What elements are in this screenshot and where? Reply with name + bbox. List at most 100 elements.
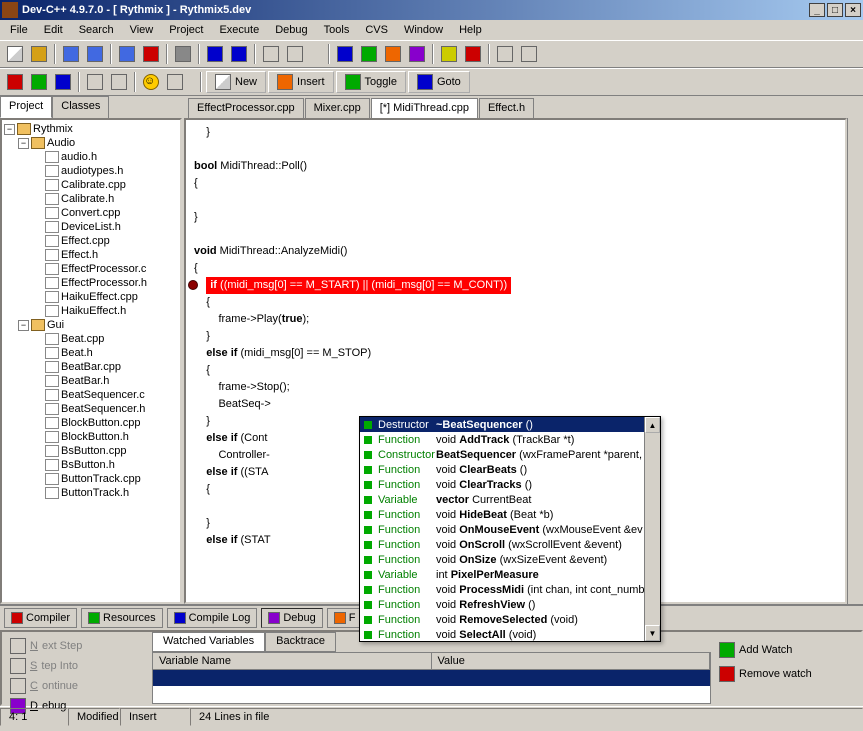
tree-folder[interactable]: −Rythmix <box>4 122 178 136</box>
project-tree[interactable]: −Rythmix−Audioaudio.haudiotypes.hCalibra… <box>0 118 182 604</box>
tb2-btn5[interactable] <box>108 71 130 93</box>
autocomplete-item[interactable]: Destructor~BeatSequencer () <box>360 417 660 432</box>
tree-file[interactable]: Beat.cpp <box>4 332 178 346</box>
redo-button[interactable] <box>228 43 250 65</box>
tree-file[interactable]: EffectProcessor.c <box>4 262 178 276</box>
tree-file[interactable]: audiotypes.h <box>4 164 178 178</box>
menu-debug[interactable]: Debug <box>269 22 313 38</box>
breakpoint-icon[interactable] <box>188 280 198 290</box>
tree-file[interactable]: ButtonTrack.h <box>4 486 178 500</box>
watch-table[interactable]: Variable Name Value <box>152 652 711 704</box>
bottom-tab-debug[interactable]: Debug <box>261 608 322 628</box>
tree-file[interactable]: audio.h <box>4 150 178 164</box>
editor-tab[interactable]: [*] MidiThread.cpp <box>371 98 478 118</box>
editor-tab[interactable]: Effect.h <box>479 98 534 118</box>
tree-file[interactable]: HaikuEffect.cpp <box>4 290 178 304</box>
autocomplete-item[interactable]: Functionvoid HideBeat (Beat *b) <box>360 507 660 522</box>
tree-file[interactable]: Convert.cpp <box>4 206 178 220</box>
tb2-btn1[interactable] <box>4 71 26 93</box>
print-button[interactable] <box>172 43 194 65</box>
menu-view[interactable]: View <box>124 22 160 38</box>
menu-execute[interactable]: Execute <box>213 22 265 38</box>
autocomplete-item[interactable]: Functionvoid RemoveSelected (void) <box>360 612 660 627</box>
tree-file[interactable]: BlockButton.cpp <box>4 416 178 430</box>
new-file-button[interactable] <box>4 43 26 65</box>
autocomplete-scrollbar[interactable]: ▲ ▼ <box>644 417 660 641</box>
autocomplete-item[interactable]: Functionvoid AddTrack (TrackBar *t) <box>360 432 660 447</box>
bottom-tab-f[interactable]: F <box>327 608 363 628</box>
autocomplete-item[interactable]: Functionvoid OnSize (wxSizeEvent &event) <box>360 552 660 567</box>
tree-file[interactable]: Calibrate.h <box>4 192 178 206</box>
watch-tab-backtrace[interactable]: Backtrace <box>265 632 336 652</box>
editor-tab[interactable]: EffectProcessor.cpp <box>188 98 304 118</box>
autocomplete-item[interactable]: Variableint PixelPerMeasure <box>360 567 660 582</box>
tree-file[interactable]: BlockButton.h <box>4 430 178 444</box>
autocomplete-item[interactable]: Functionvoid ProcessMidi (int chan, int … <box>360 582 660 597</box>
editor-tab[interactable]: Mixer.cpp <box>305 98 370 118</box>
add-watch-button[interactable]: Add Watch <box>715 640 796 660</box>
tree-file[interactable]: Calibrate.cpp <box>4 178 178 192</box>
tree-folder[interactable]: −Gui <box>4 318 178 332</box>
profile-button[interactable] <box>494 43 516 65</box>
bottom-tab-compiler[interactable]: Compiler <box>4 608 77 628</box>
debug-button[interactable] <box>438 43 460 65</box>
tree-file[interactable]: BeatSequencer.c <box>4 388 178 402</box>
tree-file[interactable]: BeatBar.cpp <box>4 360 178 374</box>
watch-col-name[interactable]: Variable Name <box>153 653 432 669</box>
minimize-button[interactable]: _ <box>809 3 825 17</box>
run-button[interactable] <box>358 43 380 65</box>
tb2-btn4[interactable] <box>84 71 106 93</box>
autocomplete-item[interactable]: Functionvoid ClearTracks () <box>360 477 660 492</box>
menu-project[interactable]: Project <box>163 22 209 38</box>
tree-file[interactable]: HaikuEffect.h <box>4 304 178 318</box>
autocomplete-item[interactable]: Functionvoid RefreshView () <box>360 597 660 612</box>
undo-button[interactable] <box>204 43 226 65</box>
autocomplete-item[interactable]: Variablevector CurrentBeat <box>360 492 660 507</box>
watch-tab-variables[interactable]: Watched Variables <box>152 632 265 652</box>
tree-file[interactable]: BeatSequencer.h <box>4 402 178 416</box>
find-button[interactable] <box>260 43 282 65</box>
remove-watch-button[interactable]: Remove watch <box>715 664 816 684</box>
autocomplete-popup[interactable]: Destructor~BeatSequencer ()Functionvoid … <box>359 416 661 642</box>
compile-run-button[interactable] <box>382 43 404 65</box>
tree-file[interactable]: ButtonTrack.cpp <box>4 472 178 486</box>
tree-file[interactable]: BsButton.cpp <box>4 444 178 458</box>
tab-classes[interactable]: Classes <box>52 96 109 118</box>
autocomplete-item[interactable]: Functionvoid SelectAll (void) <box>360 627 660 642</box>
tree-file[interactable]: Beat.h <box>4 346 178 360</box>
tab-project[interactable]: Project <box>0 96 52 118</box>
compile-button[interactable] <box>334 43 356 65</box>
save-as-button[interactable] <box>116 43 138 65</box>
insert-bookmark-button[interactable]: Insert <box>268 71 334 93</box>
rebuild-button[interactable] <box>406 43 428 65</box>
new-bookmark-button[interactable]: New <box>206 71 266 93</box>
menu-edit[interactable]: Edit <box>38 22 69 38</box>
scroll-up-button[interactable]: ▲ <box>645 417 660 433</box>
watch-row-selected[interactable] <box>153 670 710 686</box>
help-icon-button[interactable]: ☺ <box>140 71 162 93</box>
tool-extra-button[interactable] <box>518 43 540 65</box>
save-button[interactable] <box>60 43 82 65</box>
replace-button[interactable] <box>284 43 306 65</box>
autocomplete-item[interactable]: ConstructorBeatSequencer (wxFrameParent … <box>360 447 660 462</box>
tree-folder[interactable]: −Audio <box>4 136 178 150</box>
menu-help[interactable]: Help <box>453 22 488 38</box>
tree-file[interactable]: BsButton.h <box>4 458 178 472</box>
tb2-btn2[interactable] <box>28 71 50 93</box>
close-file-button[interactable] <box>140 43 162 65</box>
editor-scrollbar[interactable] <box>847 118 863 604</box>
tree-file[interactable]: Effect.h <box>4 248 178 262</box>
save-all-button[interactable] <box>84 43 106 65</box>
bottom-tab-compile-log[interactable]: Compile Log <box>167 608 258 628</box>
toggle-bookmark-button[interactable]: Toggle <box>336 71 406 93</box>
maximize-button[interactable]: □ <box>827 3 843 17</box>
scroll-down-button[interactable]: ▼ <box>645 625 660 641</box>
about-button[interactable] <box>164 71 186 93</box>
stop-button[interactable] <box>462 43 484 65</box>
tree-file[interactable]: DeviceList.h <box>4 220 178 234</box>
menu-window[interactable]: Window <box>398 22 449 38</box>
menu-cvs[interactable]: CVS <box>359 22 394 38</box>
menu-file[interactable]: File <box>4 22 34 38</box>
close-button[interactable]: × <box>845 3 861 17</box>
menu-tools[interactable]: Tools <box>318 22 356 38</box>
